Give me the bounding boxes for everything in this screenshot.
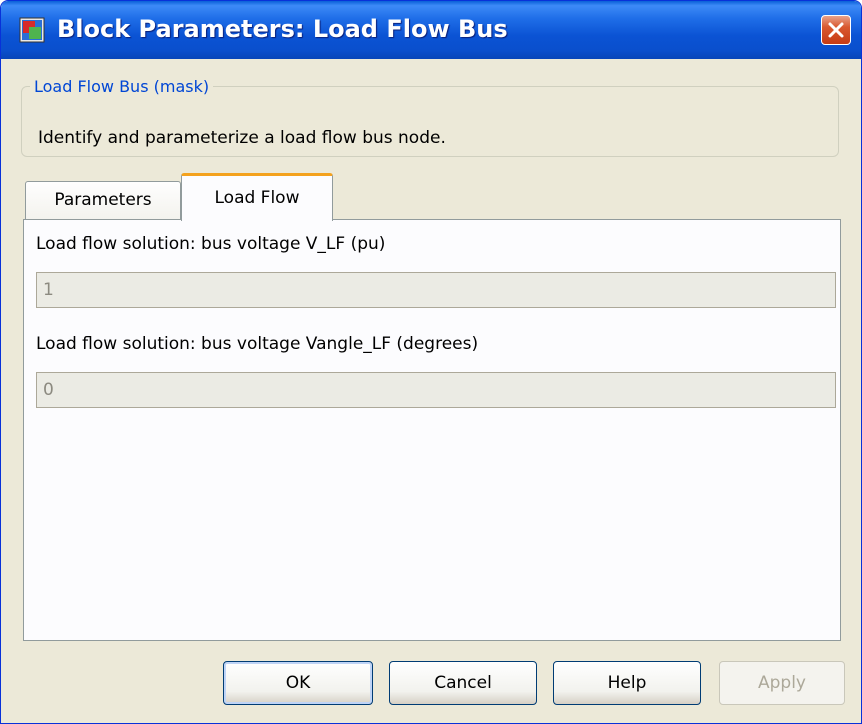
- tab-load-flow[interactable]: Load Flow: [181, 173, 333, 221]
- block-parameters-dialog: Block Parameters: Load Flow Bus Load Flo…: [0, 0, 862, 724]
- mask-description: Identify and parameterize a load flow bu…: [38, 128, 446, 148]
- simulink-block-icon: [19, 17, 45, 43]
- mask-legend: Load Flow Bus (mask): [34, 77, 210, 96]
- field-label-v-lf: Load flow solution: bus voltage V_LF (pu…: [36, 234, 386, 254]
- mask-group: Load Flow Bus (mask) Identify and parame…: [21, 77, 839, 157]
- close-icon: [828, 22, 844, 38]
- ok-button[interactable]: OK: [223, 661, 373, 705]
- tab-parameters[interactable]: Parameters: [25, 181, 181, 219]
- window-title: Block Parameters: Load Flow Bus: [57, 15, 508, 43]
- cancel-button[interactable]: Cancel: [389, 661, 537, 705]
- v-lf-field[interactable]: 1: [36, 272, 836, 308]
- close-button[interactable]: [821, 15, 851, 45]
- apply-button[interactable]: Apply: [719, 661, 845, 705]
- title-bar[interactable]: Block Parameters: Load Flow Bus: [1, 1, 861, 59]
- tab-panel-load-flow: Load flow solution: bus voltage V_LF (pu…: [23, 219, 841, 641]
- vangle-lf-field[interactable]: 0: [36, 372, 836, 408]
- help-button[interactable]: Help: [553, 661, 701, 705]
- field-label-vangle-lf: Load flow solution: bus voltage Vangle_L…: [36, 334, 479, 354]
